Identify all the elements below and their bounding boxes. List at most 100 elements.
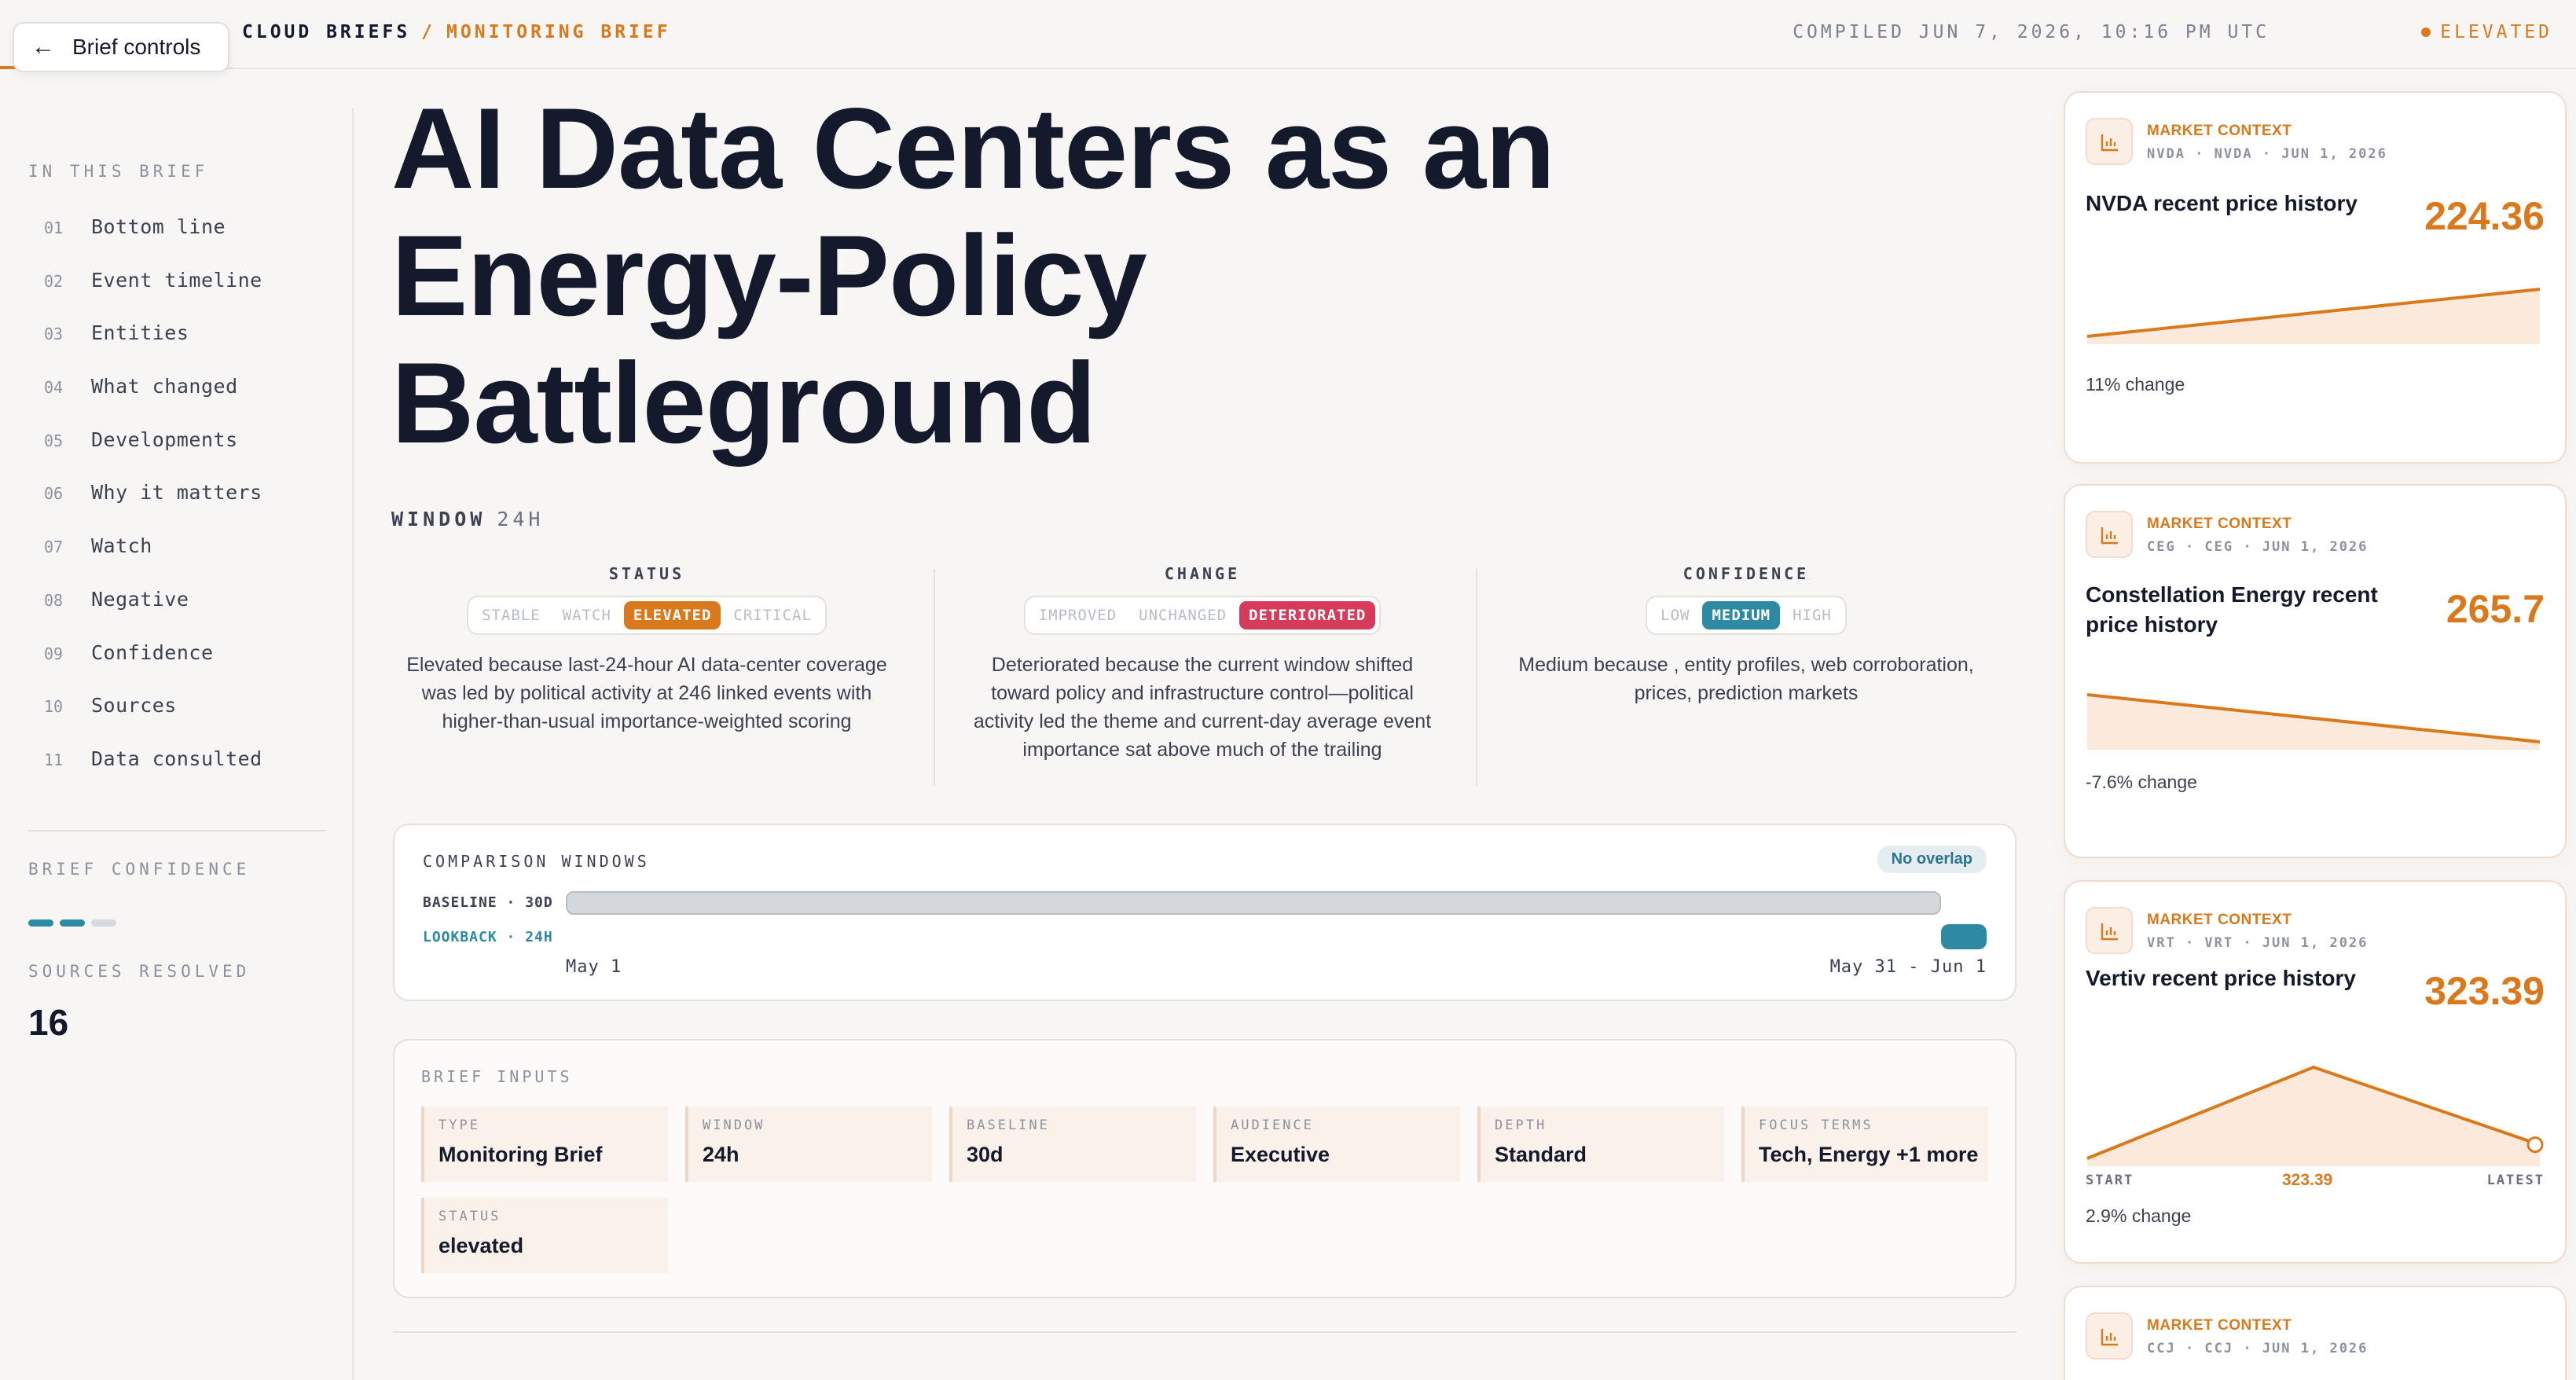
toc-item-sources[interactable]: 10 Sources xyxy=(44,694,262,747)
sources-resolved-heading: SOURCES RESOLVED xyxy=(28,962,251,981)
input-depth: DEPTH Standard xyxy=(1477,1107,1724,1182)
brief-inputs-panel: BRIEF INPUTS TYPE Monitoring Brief WINDOW… xyxy=(393,1039,2016,1298)
toc-label: What changed xyxy=(91,375,238,398)
sidebar-divider xyxy=(352,108,354,1380)
toc-number: 06 xyxy=(44,484,64,504)
toc-number: 03 xyxy=(44,325,64,344)
card-title: Vertiv recent price history xyxy=(2086,966,2356,990)
section-divider xyxy=(393,1331,2016,1333)
card-meta: CEG · CEG · JUN 1, 2026 xyxy=(2147,539,2369,555)
compiled-timestamp: COMPILED JUN 7, 2026, 10:16 PM UTC xyxy=(1793,22,2270,42)
input-key: AUDIENCE xyxy=(1231,1118,1314,1133)
confidence-heading: CONFIDENCE xyxy=(1682,564,1810,583)
toc-number: 04 xyxy=(44,378,64,398)
toc-label: Data consulted xyxy=(91,747,262,770)
toc-label: Negative xyxy=(91,587,189,611)
toc-item-entities[interactable]: 03 Entities xyxy=(44,321,262,375)
card-change: 11% change xyxy=(2086,374,2185,395)
option-deteriorated[interactable]: DETERIORATED xyxy=(1239,601,1376,629)
bar-chart-icon xyxy=(2086,118,2133,165)
status-description: Elevated because last-24-hour AI data-ce… xyxy=(406,654,887,732)
input-baseline: BASELINE 30d xyxy=(949,1107,1196,1182)
card-meta: VRT · VRT · JUN 1, 2026 xyxy=(2147,935,2369,951)
breadcrumb-root[interactable]: CLOUD BRIEFS xyxy=(242,22,410,42)
toc-item-confidence[interactable]: 09 Confidence xyxy=(44,641,262,695)
confidence-segment xyxy=(60,919,85,927)
option-watch[interactable]: WATCH xyxy=(553,601,621,629)
breadcrumb-separator: / xyxy=(421,22,436,42)
change-heading: CHANGE xyxy=(1164,564,1241,583)
toc-label: Confidence xyxy=(91,640,214,664)
status-indicator: ELEVATED xyxy=(2421,22,2552,42)
brief-controls-label: Brief controls xyxy=(72,35,201,59)
toc-item-what-changed[interactable]: 04 What changed xyxy=(44,375,262,428)
market-card-nvda[interactable]: MARKET CONTEXT NVDA · NVDA · JUN 1, 2026… xyxy=(2064,91,2567,464)
sparkline-area xyxy=(2087,1067,2540,1166)
end-date-label: May 31 - Jun 1 xyxy=(1829,957,1987,977)
card-label: MARKET CONTEXT xyxy=(2147,912,2292,928)
option-critical[interactable]: CRITICAL xyxy=(724,601,821,629)
toc-item-bottom-line[interactable]: 01 Bottom line xyxy=(44,215,262,269)
card-price: 224.36 xyxy=(2424,194,2545,238)
market-card-ccj[interactable]: MARKET CONTEXT CCJ · CCJ · JUN 1, 2026 xyxy=(2064,1286,2567,1380)
option-high[interactable]: HIGH xyxy=(1783,601,1841,629)
input-key: DEPTH xyxy=(1495,1118,1547,1133)
toc-label: Sources xyxy=(91,694,177,718)
input-value: Monitoring Brief xyxy=(439,1143,603,1166)
option-unchanged[interactable]: UNCHANGED xyxy=(1129,601,1236,629)
option-stable[interactable]: STABLE xyxy=(472,601,550,629)
input-key: WINDOW xyxy=(703,1118,765,1133)
input-audience: AUDIENCE Executive xyxy=(1213,1107,1460,1182)
toc-item-why-it-matters[interactable]: 06 Why it matters xyxy=(44,481,262,534)
option-low[interactable]: LOW xyxy=(1651,601,1699,629)
card-label: MARKET CONTEXT xyxy=(2147,1317,2292,1334)
toc-number: 09 xyxy=(44,644,64,663)
brief-controls-button[interactable]: ← Brief controls xyxy=(13,22,229,72)
input-key: FOCUS TERMS xyxy=(1759,1118,1873,1133)
option-elevated[interactable]: ELEVATED xyxy=(623,601,721,629)
breadcrumb: CLOUD BRIEFS / MONITORING BRIEF xyxy=(242,22,671,42)
window-label: WINDOW 24H xyxy=(391,508,544,530)
assessment-metrics: STATUS STABLE WATCH ELEVATED CRITICAL Eleva… xyxy=(391,564,2016,789)
input-value: 24h xyxy=(703,1143,739,1166)
toc-item-data-consulted[interactable]: 11 Data consulted xyxy=(44,747,262,801)
toc-label: Event timeline xyxy=(91,268,262,292)
sources-resolved-value: 16 xyxy=(28,1002,69,1043)
input-value: Standard xyxy=(1495,1143,1587,1166)
input-value: Tech, Energy +1 more xyxy=(1759,1143,1979,1166)
card-label: MARKET CONTEXT xyxy=(2147,516,2292,532)
toc-number: 01 xyxy=(44,218,64,237)
brief-confidence-meter xyxy=(28,919,116,927)
breadcrumb-current: MONITORING BRIEF xyxy=(446,22,671,42)
brief-confidence-heading: BRIEF CONFIDENCE xyxy=(28,860,251,879)
toc-number: 05 xyxy=(44,431,64,450)
sparkline-end-marker xyxy=(2526,1136,2544,1154)
toc-item-developments[interactable]: 05 Developments xyxy=(44,428,262,482)
input-window: WINDOW 24h xyxy=(685,1107,932,1182)
card-title: NVDA recent price history xyxy=(2086,191,2358,215)
input-value: elevated xyxy=(439,1234,524,1257)
status-dot-icon xyxy=(2421,28,2431,37)
card-price: 265.7 xyxy=(2446,587,2545,631)
toc-label: Entities xyxy=(91,321,189,345)
toc-item-watch[interactable]: 07 Watch xyxy=(44,534,262,588)
toc-item-event-timeline[interactable]: 02 Event timeline xyxy=(44,269,262,322)
sparkline-chart xyxy=(2086,288,2541,344)
status-metric: STATUS STABLE WATCH ELEVATED CRITICAL Eleva… xyxy=(391,564,902,789)
table-of-contents: 01 Bottom line 02 Event timeline 03 Entitie… xyxy=(44,215,262,801)
status-indicator-label: ELEVATED xyxy=(2440,22,2552,42)
option-medium[interactable]: MEDIUM xyxy=(1702,601,1781,629)
confidence-metric: CONFIDENCE LOW MEDIUM HIGH Medium because … xyxy=(1506,564,1987,789)
input-value: Executive xyxy=(1231,1143,1330,1166)
change-description: Deteriorated because the current window … xyxy=(973,654,1432,761)
market-card-ceg[interactable]: MARKET CONTEXT CEG · CEG · JUN 1, 2026 C… xyxy=(2064,484,2567,858)
confidence-segment xyxy=(91,919,116,927)
input-status: STATUS elevated xyxy=(421,1198,668,1273)
market-card-vrt[interactable]: MARKET CONTEXT VRT · VRT · JUN 1, 2026 V… xyxy=(2064,880,2567,1264)
toc-item-negative[interactable]: 08 Negative xyxy=(44,588,262,641)
change-segmented-control: IMPROVED UNCHANGED DETERIORATED xyxy=(1023,596,1382,635)
toc-label: Developments xyxy=(91,428,238,451)
toc-label: Watch xyxy=(91,534,152,558)
option-improved[interactable]: IMPROVED xyxy=(1029,601,1127,629)
card-change: 2.9% change xyxy=(2086,1206,2192,1226)
